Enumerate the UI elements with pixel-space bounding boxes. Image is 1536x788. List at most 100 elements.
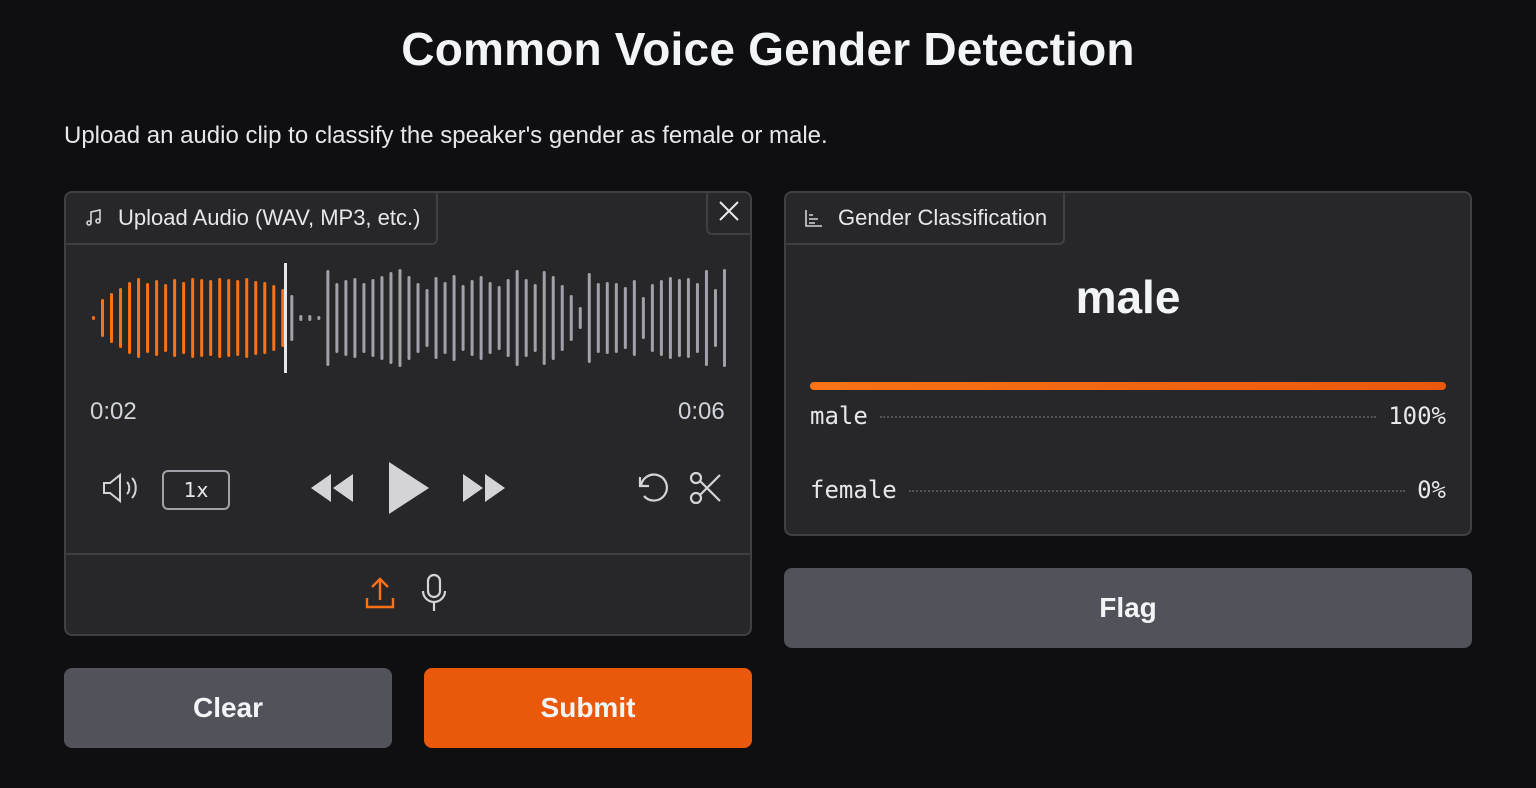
play-icon bbox=[385, 460, 431, 521]
clear-button[interactable]: Clear bbox=[64, 668, 392, 748]
waveform-bar bbox=[515, 270, 519, 366]
waveform-bar bbox=[317, 316, 321, 320]
leader-dots bbox=[879, 416, 1377, 418]
playhead[interactable] bbox=[284, 263, 287, 373]
clear-audio-button[interactable] bbox=[706, 193, 750, 235]
volume-button[interactable] bbox=[100, 470, 144, 510]
waveform-bar bbox=[110, 293, 114, 343]
duration: 0:06 bbox=[678, 398, 725, 425]
waveform-bar bbox=[263, 282, 267, 354]
rewind-icon bbox=[309, 472, 355, 509]
confidence-value: 100% bbox=[1388, 402, 1446, 430]
waveform-bar bbox=[668, 277, 672, 359]
waveform-bar bbox=[119, 288, 123, 348]
current-time: 0:02 bbox=[90, 398, 137, 425]
waveform-bar bbox=[200, 279, 204, 357]
waveform-bar bbox=[209, 280, 213, 356]
page-description: Upload an audio clip to classify the spe… bbox=[64, 122, 828, 149]
confidence-label: male bbox=[810, 402, 868, 430]
predicted-label: male bbox=[1075, 271, 1181, 323]
waveform-bar bbox=[461, 285, 465, 351]
waveform-bar bbox=[407, 276, 411, 360]
flag-button[interactable]: Flag bbox=[784, 568, 1472, 648]
waveform-bar bbox=[299, 315, 303, 321]
upload-source-button[interactable] bbox=[362, 576, 398, 614]
waveform-bar bbox=[614, 283, 618, 353]
waveform-bar bbox=[425, 289, 429, 347]
confidence-row[interactable]: male 100% bbox=[810, 402, 1446, 430]
waveform-bar bbox=[182, 282, 186, 354]
waveform-bar bbox=[470, 280, 474, 356]
playback-rate-button[interactable]: 1x bbox=[162, 470, 230, 510]
confidence-bar-fill bbox=[810, 382, 1446, 390]
music-note-icon bbox=[84, 208, 104, 228]
waveform-bar bbox=[155, 280, 159, 356]
waveform-bar bbox=[560, 285, 564, 351]
skip-forward-button[interactable] bbox=[460, 470, 508, 510]
waveform-bar bbox=[641, 297, 645, 339]
classification-label-text: Gender Classification bbox=[838, 205, 1048, 230]
confidence-label: female bbox=[810, 476, 897, 504]
waveform-bar bbox=[290, 295, 294, 341]
waveform-bar bbox=[533, 284, 537, 352]
scissors-icon bbox=[688, 470, 724, 511]
confidence-row[interactable]: female 0% bbox=[810, 476, 1446, 504]
waveform-bar bbox=[326, 270, 330, 366]
confidence-bar bbox=[810, 382, 1446, 390]
waveform-bar bbox=[146, 283, 150, 353]
waveform-bar bbox=[389, 272, 393, 364]
waveform-bar bbox=[137, 278, 141, 358]
waveform-bar bbox=[632, 280, 636, 356]
classification-label: Gender Classification bbox=[786, 193, 1066, 245]
microphone-icon bbox=[420, 573, 448, 618]
page-title: Common Voice Gender Detection bbox=[401, 23, 1135, 75]
waveform-bar bbox=[254, 281, 258, 355]
waveform-bar bbox=[596, 283, 600, 353]
waveform-bar bbox=[488, 282, 492, 354]
play-button[interactable] bbox=[380, 460, 436, 520]
submit-button[interactable]: Submit bbox=[424, 668, 752, 748]
waveform-bar bbox=[569, 295, 573, 341]
waveform-bar bbox=[164, 284, 168, 352]
source-divider bbox=[64, 553, 752, 555]
waveform-bar bbox=[191, 278, 195, 358]
waveform-bar bbox=[371, 279, 375, 357]
waveform-bar bbox=[344, 280, 348, 356]
audio-input-panel: Upload Audio (WAV, MP3, etc.) bbox=[64, 191, 752, 636]
microphone-source-button[interactable] bbox=[418, 573, 450, 618]
waveform-bar bbox=[551, 276, 555, 360]
waveform-bar bbox=[434, 277, 438, 359]
waveform-bar bbox=[578, 307, 582, 329]
waveform-bar bbox=[497, 286, 501, 350]
waveform-bar bbox=[479, 276, 483, 360]
waveform-bar bbox=[542, 271, 546, 365]
waveform-bar bbox=[704, 270, 708, 366]
fast-forward-icon bbox=[461, 472, 507, 509]
waveform[interactable] bbox=[90, 263, 730, 373]
skip-backward-button[interactable] bbox=[308, 470, 356, 510]
upload-icon bbox=[364, 576, 396, 615]
waveform-bar bbox=[272, 285, 276, 351]
bar-chart-icon bbox=[804, 208, 824, 228]
confidence-value: 0% bbox=[1417, 476, 1446, 504]
waveform-bar bbox=[713, 289, 717, 347]
reset-button[interactable] bbox=[632, 470, 674, 510]
audio-input-label: Upload Audio (WAV, MP3, etc.) bbox=[66, 193, 439, 245]
waveform-bar bbox=[677, 279, 681, 357]
audio-input-label-text: Upload Audio (WAV, MP3, etc.) bbox=[118, 205, 421, 230]
waveform-bar bbox=[524, 279, 528, 357]
waveform-bar bbox=[452, 275, 456, 361]
waveform-bar bbox=[722, 269, 726, 367]
close-icon bbox=[718, 200, 740, 227]
waveform-bar bbox=[416, 283, 420, 353]
waveform-bar bbox=[605, 282, 609, 354]
waveform-bar bbox=[650, 284, 654, 352]
waveform-bar bbox=[101, 299, 105, 337]
waveform-bar bbox=[335, 283, 339, 353]
waveform-bar bbox=[380, 276, 384, 360]
trim-button[interactable] bbox=[686, 470, 726, 510]
waveform-bar bbox=[281, 289, 285, 347]
waveform-bar bbox=[686, 278, 690, 358]
waveform-bar bbox=[92, 316, 95, 320]
waveform-bar bbox=[308, 315, 312, 321]
